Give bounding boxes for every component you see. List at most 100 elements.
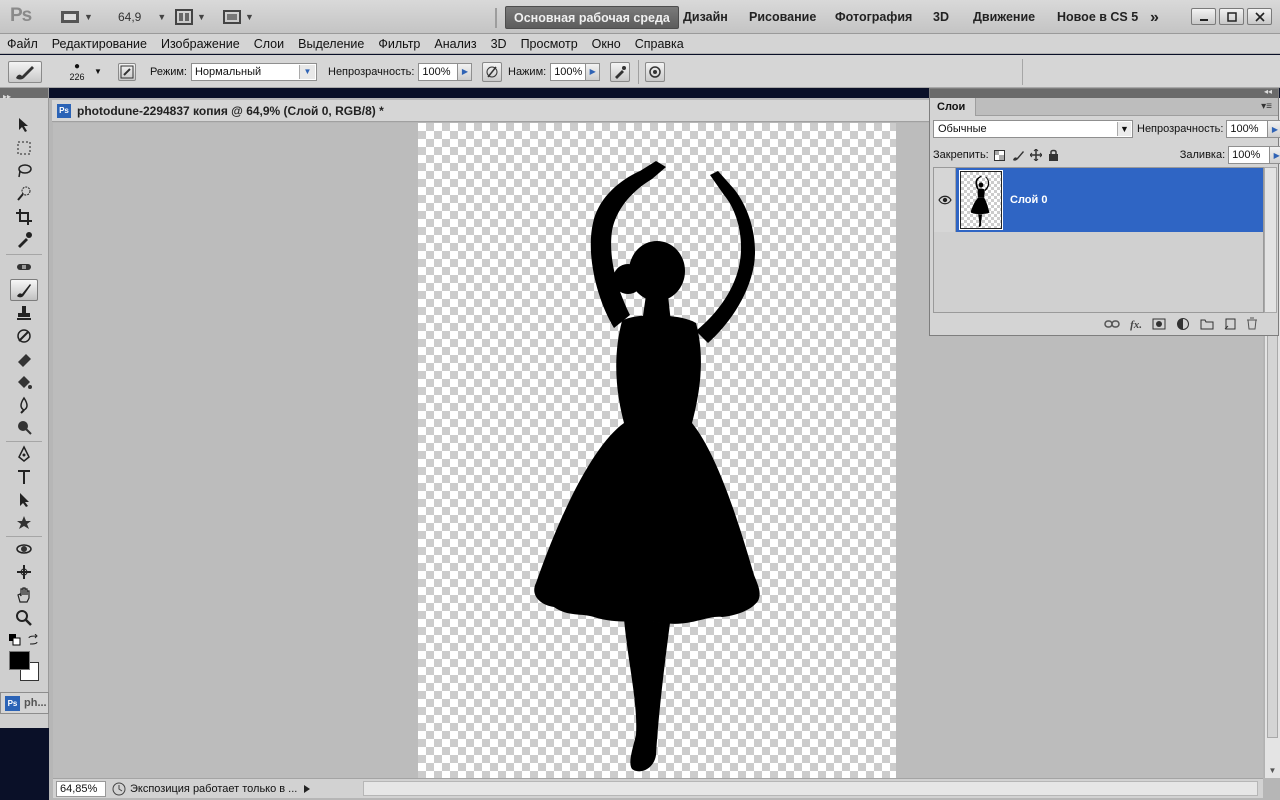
horizontal-scrollbar[interactable] bbox=[363, 781, 1258, 796]
zoom-input[interactable]: 64,85% bbox=[56, 780, 106, 797]
quick-selection-tool[interactable] bbox=[10, 183, 38, 205]
brush-preset-button[interactable] bbox=[8, 60, 42, 83]
lock-image-button[interactable] bbox=[1011, 148, 1025, 162]
workspace-painting[interactable]: Рисование bbox=[749, 6, 816, 29]
fill-slider-button[interactable]: ▶ bbox=[1270, 146, 1280, 164]
workspace-motion[interactable]: Движение bbox=[973, 6, 1035, 29]
menu-window[interactable]: Окно bbox=[592, 37, 621, 51]
minimize-button[interactable] bbox=[1191, 8, 1216, 25]
workspace-photography[interactable]: Фотография bbox=[835, 6, 912, 29]
default-colors-button[interactable] bbox=[9, 634, 21, 646]
fill-input[interactable]: 100% bbox=[1228, 146, 1271, 164]
swap-colors-button[interactable] bbox=[27, 633, 39, 646]
airbrush-button[interactable] bbox=[610, 61, 631, 82]
adjustment-layer-icon[interactable] bbox=[1176, 317, 1190, 334]
add-mask-icon[interactable] bbox=[1152, 318, 1166, 333]
layer-selected-row[interactable]: Слой 0 bbox=[956, 168, 1263, 232]
layer-opacity-slider-button[interactable]: ▶ bbox=[1268, 120, 1280, 138]
image-canvas[interactable] bbox=[418, 123, 896, 778]
spot-healing-tool[interactable] bbox=[10, 256, 38, 278]
menu-filter[interactable]: Фильтр bbox=[378, 37, 420, 51]
tab-layers[interactable]: Слои bbox=[930, 98, 977, 116]
workspace-3d[interactable]: 3D bbox=[933, 6, 949, 29]
close-button[interactable] bbox=[1247, 8, 1272, 25]
tools-panel-header[interactable]: ▸▸ bbox=[0, 88, 48, 101]
lock-all-button[interactable] bbox=[1047, 148, 1061, 162]
zoom-level-dropdown[interactable]: 64,9 ▼ bbox=[118, 7, 166, 27]
flow-slider-button[interactable]: ▶ bbox=[586, 62, 601, 81]
custom-shape-tool[interactable] bbox=[10, 512, 38, 534]
paint-bucket-tool[interactable] bbox=[10, 371, 38, 393]
dodge-tool[interactable] bbox=[10, 417, 38, 439]
link-layers-icon[interactable] bbox=[1104, 319, 1120, 332]
tablet-pressure-opacity-button[interactable] bbox=[482, 61, 503, 82]
scroll-down-arrow-icon[interactable]: ▼ bbox=[1265, 762, 1280, 778]
brush-panel-toggle[interactable] bbox=[118, 55, 136, 88]
eyedropper-tool[interactable] bbox=[10, 229, 38, 251]
menu-file[interactable]: Файл bbox=[7, 37, 38, 51]
new-layer-icon[interactable] bbox=[1224, 318, 1236, 333]
menu-bar: Файл Редактирование Изображение Слои Выд… bbox=[0, 34, 1280, 54]
layers-panel-header[interactable]: ◂◂ bbox=[930, 87, 1278, 98]
zoom-value: 64,85% bbox=[60, 782, 98, 795]
lock-position-move-icon bbox=[1029, 149, 1042, 161]
flow-input[interactable]: 100% bbox=[550, 62, 587, 81]
workspace-overflow-button[interactable]: » bbox=[1150, 6, 1159, 29]
layer-opacity-input[interactable]: 100% bbox=[1226, 120, 1269, 138]
blur-tool[interactable] bbox=[10, 394, 38, 416]
mode-select[interactable]: Нормальный ▼ bbox=[190, 62, 317, 81]
hand-tool[interactable] bbox=[10, 584, 38, 606]
menu-edit[interactable]: Редактирование bbox=[52, 37, 147, 51]
delete-layer-icon[interactable] bbox=[1246, 317, 1258, 333]
maximize-button[interactable] bbox=[1219, 8, 1244, 25]
layer-row[interactable]: Слой 0 bbox=[934, 168, 1263, 232]
menu-image[interactable]: Изображение bbox=[161, 37, 240, 51]
opacity-slider-button[interactable]: ▶ bbox=[458, 62, 473, 81]
panel-menu-icon[interactable]: ▾≡ bbox=[1261, 101, 1272, 112]
3d-orbit-tool[interactable] bbox=[10, 561, 38, 583]
menu-select[interactable]: Выделение bbox=[298, 37, 364, 51]
status-menu-button[interactable] bbox=[301, 781, 313, 797]
history-brush-tool[interactable] bbox=[10, 325, 38, 347]
layer-style-fx-icon[interactable]: fx. bbox=[1130, 319, 1142, 331]
3d-rotate-tool[interactable] bbox=[10, 538, 38, 560]
ballerina-thumbnail-silhouette bbox=[970, 175, 990, 227]
layers-scrollbar[interactable] bbox=[1264, 167, 1277, 313]
brush-size-picker[interactable]: ● 226 ▼ bbox=[62, 55, 101, 88]
crop-tool[interactable] bbox=[10, 206, 38, 228]
type-tool[interactable] bbox=[10, 466, 38, 488]
brush-tool[interactable] bbox=[10, 279, 38, 301]
workspace-new-in-cs5[interactable]: Новое в CS 5 bbox=[1057, 6, 1138, 29]
launch-bridge-button[interactable]: ▼ bbox=[60, 7, 93, 27]
foreground-color-swatch[interactable] bbox=[9, 651, 30, 670]
lock-transparent-button[interactable] bbox=[993, 148, 1007, 162]
clone-stamp-tool[interactable] bbox=[10, 302, 38, 324]
menu-view[interactable]: Просмотр bbox=[521, 37, 578, 51]
minimized-document-tab[interactable]: Ps ph... bbox=[0, 692, 49, 714]
collapse-icon[interactable]: ◂◂ bbox=[1264, 87, 1272, 96]
menu-3d[interactable]: 3D bbox=[491, 37, 507, 51]
menu-analysis[interactable]: Анализ bbox=[434, 37, 476, 51]
zoom-tool[interactable] bbox=[10, 607, 38, 629]
path-selection-tool[interactable] bbox=[10, 489, 38, 511]
brush-tip-icon: ● bbox=[73, 60, 81, 72]
lasso-tool[interactable] bbox=[10, 160, 38, 182]
blend-mode-select[interactable]: Обычные ▼ bbox=[933, 120, 1133, 138]
blur-icon bbox=[20, 396, 28, 414]
tablet-pressure-size-button[interactable] bbox=[645, 61, 666, 82]
eraser-tool[interactable] bbox=[10, 348, 38, 370]
opacity-input[interactable]: 100% bbox=[418, 62, 459, 81]
workspace-essentials[interactable]: Основная рабочая среда bbox=[505, 6, 679, 29]
tool-preset-picker[interactable] bbox=[8, 55, 42, 88]
lock-position-button[interactable] bbox=[1029, 148, 1043, 162]
workspace-design[interactable]: Дизайн bbox=[683, 6, 728, 29]
layer-visibility-toggle[interactable] bbox=[934, 168, 956, 232]
pen-tool[interactable] bbox=[10, 443, 38, 465]
menu-help[interactable]: Справка bbox=[635, 37, 684, 51]
screen-mode-button[interactable]: ▼ bbox=[223, 7, 254, 27]
marquee-tool[interactable] bbox=[10, 137, 38, 159]
menu-layer[interactable]: Слои bbox=[254, 37, 284, 51]
move-tool[interactable] bbox=[10, 114, 38, 136]
new-group-icon[interactable] bbox=[1200, 318, 1214, 333]
arrange-documents-button[interactable]: ▼ bbox=[175, 7, 206, 27]
